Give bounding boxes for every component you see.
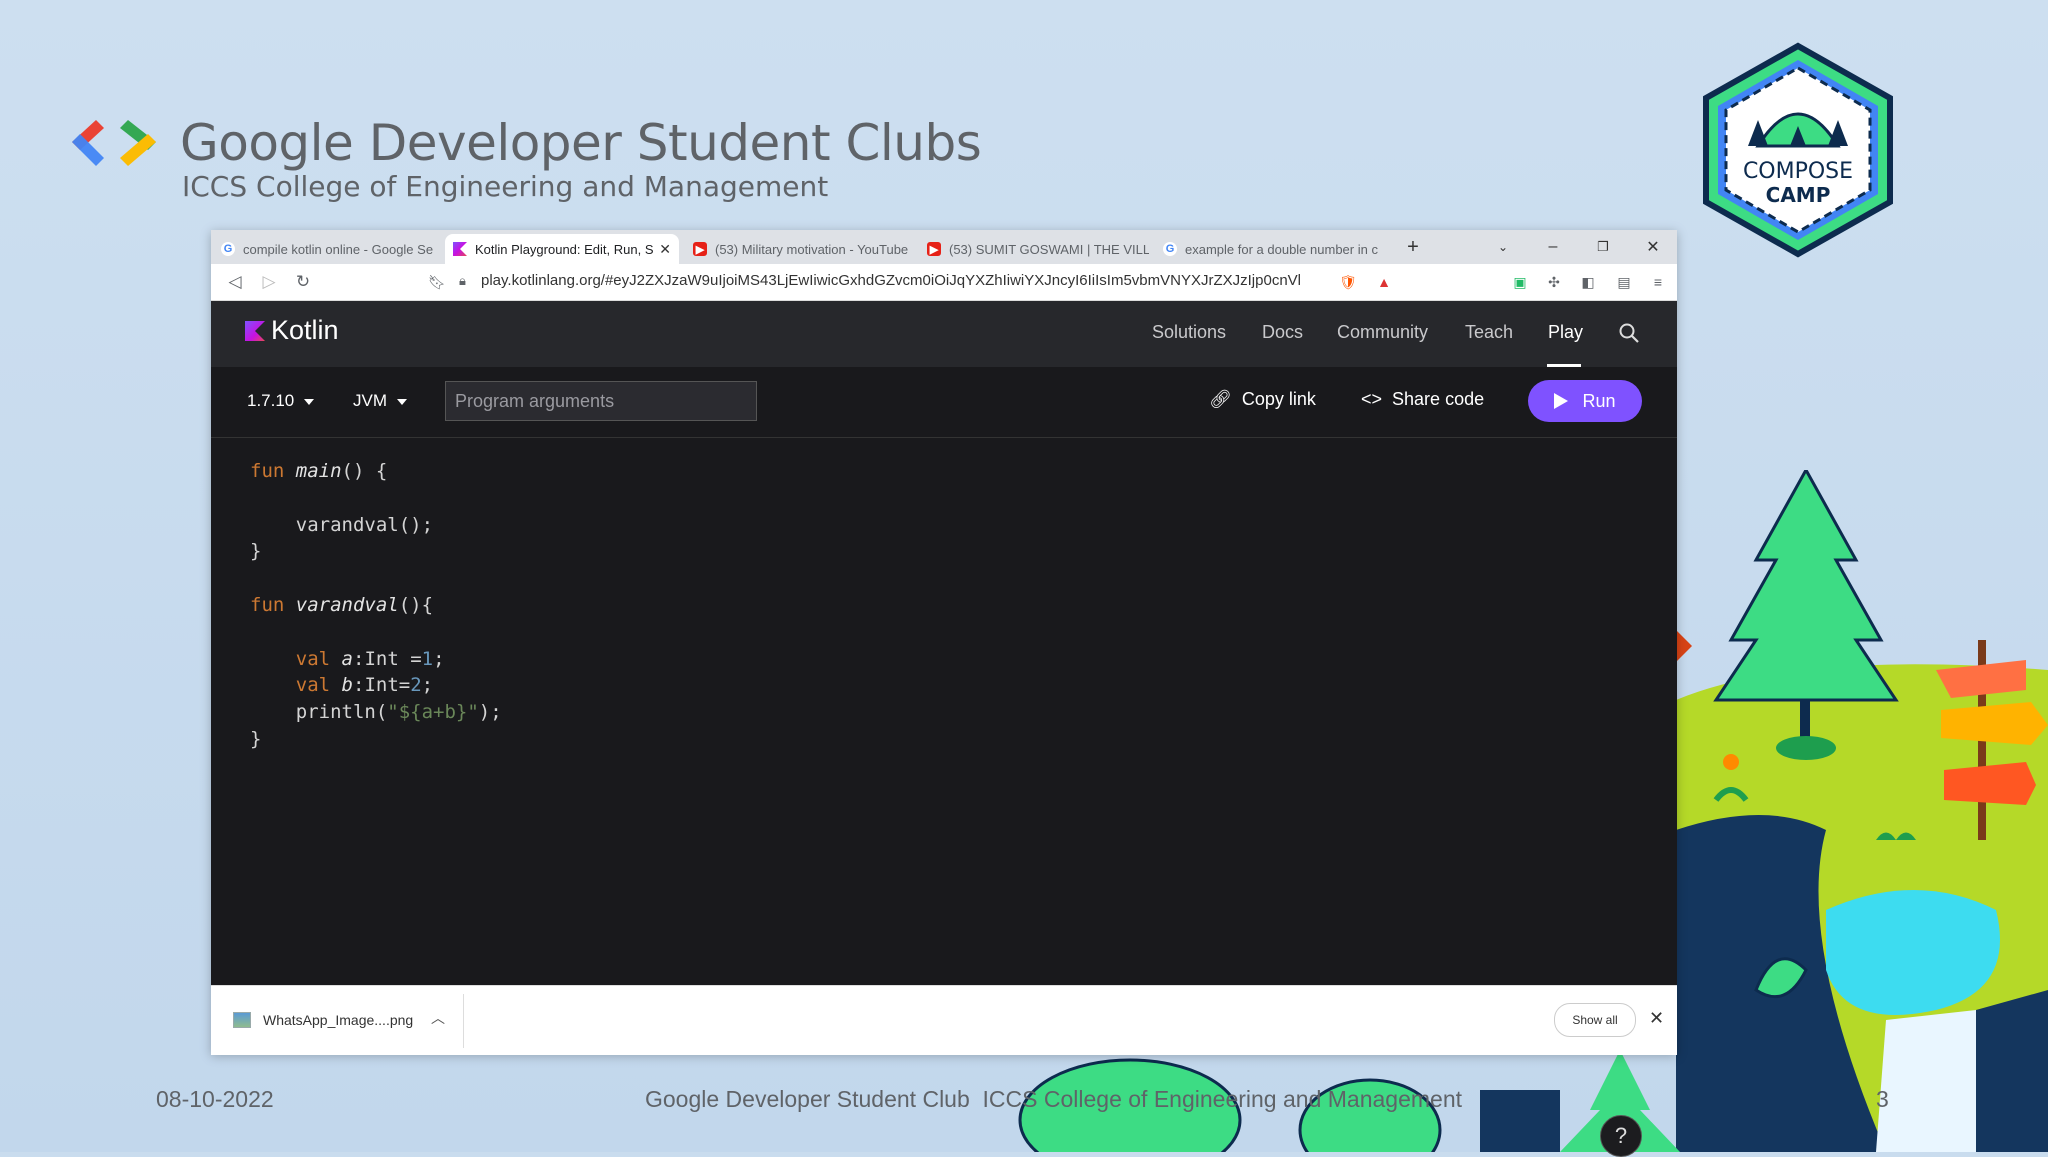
close-tab-icon[interactable]: ✕ bbox=[659, 241, 671, 258]
wallet-icon[interactable]: ▤ bbox=[1615, 273, 1633, 291]
address-bar: ◁ ▷ ↻ 🔖︎ 🔒︎ play.kotlinlang.org/#eyJ2ZXJ… bbox=[211, 264, 1677, 301]
brave-rewards-icon[interactable]: ▲ bbox=[1375, 273, 1393, 291]
tab-label: Kotlin Playground: Edit, Run, S bbox=[475, 241, 654, 257]
nav-teach[interactable]: Teach bbox=[1465, 322, 1513, 343]
chevron-down-icon bbox=[397, 398, 407, 405]
nav-play[interactable]: Play bbox=[1548, 322, 1583, 343]
image-file-icon bbox=[233, 1012, 251, 1028]
tab-google-example[interactable]: G example for a double number in c bbox=[1163, 234, 1385, 264]
tab-label: compile kotlin online - Google Se bbox=[243, 241, 434, 257]
footer-page-number: 3 bbox=[1876, 1086, 1889, 1112]
google-icon: G bbox=[1163, 242, 1177, 256]
browser-window: G compile kotlin online - Google Se Kotl… bbox=[211, 230, 1677, 1157]
code-icon: <> bbox=[1361, 389, 1383, 409]
kotlin-site-header: Kotlin Solutions Docs Community Teach Pl… bbox=[211, 301, 1677, 367]
youtube-icon: ▶ bbox=[927, 242, 941, 256]
lock-icon: 🔒︎ bbox=[459, 273, 466, 288]
tab-strip: G compile kotlin online - Google Se Kotl… bbox=[211, 230, 1677, 264]
compose-camp-badge: COMPOSE CAMP bbox=[1703, 42, 1893, 258]
tab-search-icon[interactable]: ⌄ bbox=[1479, 230, 1527, 264]
tab-google-search[interactable]: G compile kotlin online - Google Se bbox=[221, 234, 443, 264]
download-bar: WhatsApp_Image....png ︿ Show all ✕ bbox=[211, 985, 1677, 1055]
tab-label: (53) Military motivation - YouTube bbox=[715, 241, 909, 257]
puzzle-icon[interactable]: ✣ bbox=[1545, 273, 1563, 291]
back-icon[interactable]: ◁ bbox=[225, 272, 245, 292]
badge-line1: COMPOSE bbox=[1743, 159, 1853, 184]
share-code-button[interactable]: <> Share code bbox=[1361, 389, 1484, 410]
org-title: Google Developer Student Clubs bbox=[180, 114, 982, 172]
kotlin-brand[interactable]: Kotlin bbox=[271, 315, 339, 346]
youtube-icon: ▶ bbox=[693, 242, 707, 256]
chevron-down-icon bbox=[304, 398, 315, 405]
play-icon bbox=[1554, 393, 1569, 409]
forest-illustration bbox=[1676, 470, 2048, 1152]
copy-link-label: Copy link bbox=[1241, 389, 1316, 409]
program-arguments-input[interactable] bbox=[445, 381, 757, 421]
restore-icon[interactable]: ❐ bbox=[1579, 230, 1627, 264]
version-value: 1.7.10 bbox=[247, 391, 295, 410]
copy-link-button[interactable]: 🔗︎ Copy link bbox=[1209, 389, 1316, 410]
gdsc-logo-icon bbox=[72, 120, 156, 166]
platform-select[interactable]: JVM bbox=[353, 391, 407, 411]
tab-youtube-1[interactable]: ▶ (53) Military motivation - YouTube bbox=[693, 234, 915, 264]
org-subtitle: ICCS College of Engineering and Manageme… bbox=[182, 170, 829, 203]
footer-date: 08-10-2022 bbox=[156, 1086, 274, 1112]
playground-toolbar: 1.7.10 JVM 🔗︎ Copy link <> Share code Ru… bbox=[211, 367, 1677, 438]
platform-value: JVM bbox=[353, 391, 387, 410]
tab-label: (53) SUMIT GOSWAMI | THE VILLA bbox=[949, 241, 1149, 257]
help-button[interactable]: ? bbox=[1600, 1115, 1642, 1157]
close-icon[interactable]: ✕ bbox=[1649, 1008, 1664, 1029]
menu-icon[interactable]: ≡ bbox=[1649, 273, 1667, 291]
chevron-up-icon[interactable]: ︿ bbox=[431, 1008, 445, 1028]
bookmark-icon[interactable]: 🔖︎ bbox=[427, 272, 447, 292]
nav-solutions[interactable]: Solutions bbox=[1152, 322, 1226, 343]
extension-icon[interactable]: ▣ bbox=[1511, 273, 1529, 291]
kotlin-logo-icon[interactable] bbox=[245, 321, 265, 341]
tab-kotlin-playground[interactable]: Kotlin Playground: Edit, Run, S ✕ bbox=[445, 234, 679, 264]
code-editor[interactable]: fun main() { varandval(); } fun varandva… bbox=[211, 438, 1677, 1157]
run-label: Run bbox=[1582, 390, 1616, 411]
search-icon[interactable] bbox=[1617, 321, 1641, 345]
tab-label: example for a double number in c bbox=[1185, 241, 1378, 257]
footer-center: Google Developer Student Club ICCS Colle… bbox=[645, 1086, 1463, 1112]
run-button[interactable]: Run bbox=[1528, 380, 1642, 422]
show-all-button[interactable]: Show all bbox=[1554, 1003, 1636, 1037]
sidebar-icon[interactable]: ◧ bbox=[1579, 273, 1597, 291]
url-field[interactable]: play.kotlinlang.org/#eyJ2ZXJzaW9uIjoiMS4… bbox=[481, 272, 1301, 289]
new-tab-icon[interactable]: + bbox=[1389, 230, 1437, 264]
nav-community[interactable]: Community bbox=[1337, 322, 1428, 343]
version-select[interactable]: 1.7.10 bbox=[247, 391, 315, 411]
code-content[interactable]: fun main() { varandval(); } fun varandva… bbox=[250, 458, 502, 753]
badge-line2: CAMP bbox=[1766, 183, 1831, 207]
tab-youtube-2[interactable]: ▶ (53) SUMIT GOSWAMI | THE VILLA bbox=[927, 234, 1149, 264]
brave-shield-icon[interactable]: 🛡︎ bbox=[1339, 273, 1357, 291]
reload-icon[interactable]: ↻ bbox=[293, 272, 313, 292]
close-window-icon[interactable]: ✕ bbox=[1629, 230, 1677, 264]
link-icon: 🔗︎ bbox=[1209, 389, 1232, 409]
google-icon: G bbox=[221, 242, 235, 256]
divider bbox=[463, 994, 464, 1048]
minimize-icon[interactable]: – bbox=[1529, 230, 1577, 264]
download-file-name[interactable]: WhatsApp_Image....png bbox=[263, 1012, 413, 1028]
kotlin-icon bbox=[453, 242, 467, 256]
share-code-label: Share code bbox=[1392, 389, 1485, 409]
forward-icon[interactable]: ▷ bbox=[259, 272, 279, 292]
nav-docs[interactable]: Docs bbox=[1262, 322, 1303, 343]
